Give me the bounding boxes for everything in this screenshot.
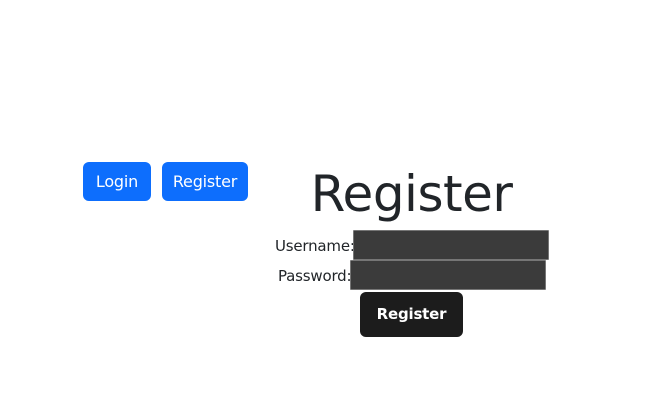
register-submit-button[interactable]: Register (360, 292, 463, 337)
password-label: Password: (278, 267, 352, 285)
username-label: Username: (275, 237, 355, 255)
page-title: Register (310, 165, 513, 223)
register-nav-button[interactable]: Register (162, 162, 248, 201)
username-input[interactable] (353, 230, 549, 260)
password-input[interactable] (350, 260, 546, 290)
login-button[interactable]: Login (83, 162, 151, 201)
register-page: Login Register Register Username: Passwo… (0, 0, 653, 411)
